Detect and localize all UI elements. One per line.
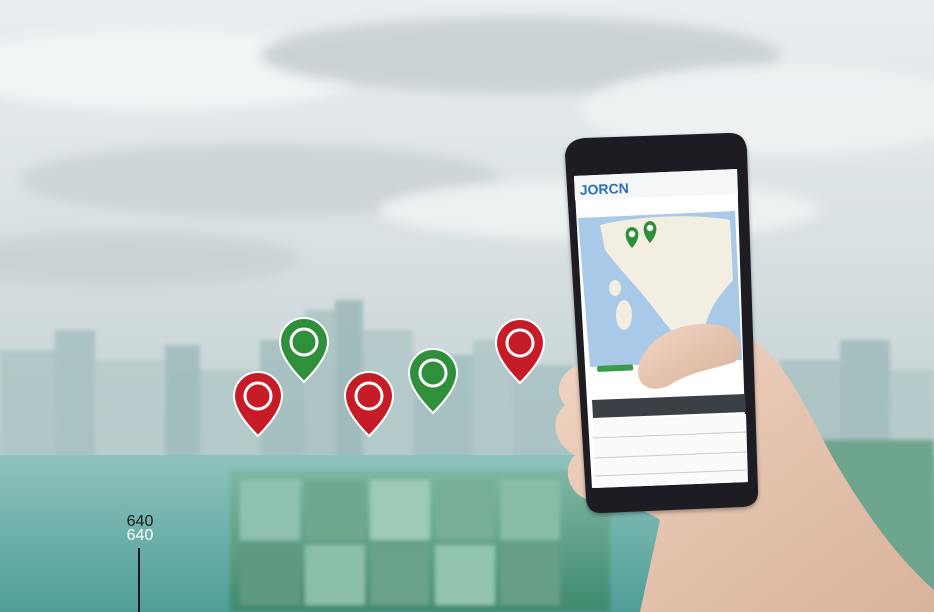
dimension-label-bottom: 640	[126, 527, 154, 544]
dimension-line	[138, 548, 140, 612]
smartphone: JORCN	[565, 132, 759, 514]
dimension-label: 640 640	[120, 514, 160, 544]
phone-app-logo: JORCN	[579, 180, 629, 198]
